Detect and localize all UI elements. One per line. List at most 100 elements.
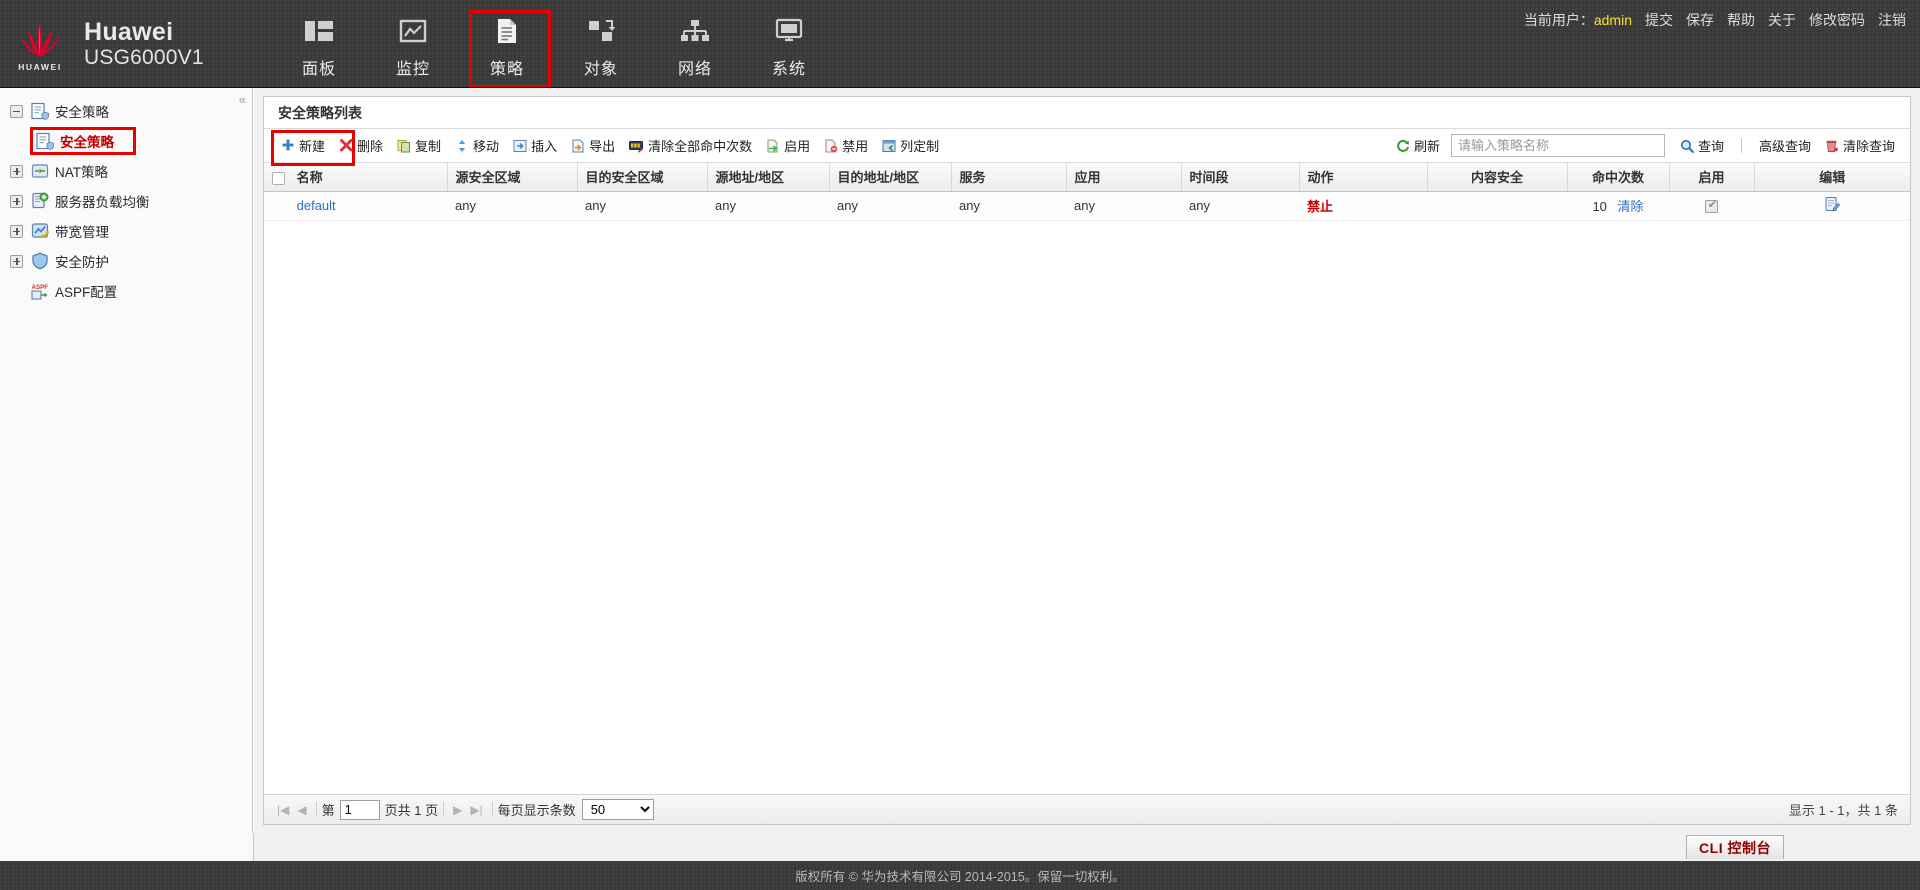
toolbar-label: 禁用 xyxy=(842,139,869,154)
col-action[interactable]: 动作 xyxy=(1299,163,1428,192)
sidebar-item-aspf-config[interactable]: ASPF ASPF配置 xyxy=(0,276,252,306)
huawei-wordmark: HUAWEI xyxy=(18,61,62,72)
clear-all-hit-counts-button[interactable]: 清除全部命中次数 xyxy=(622,134,759,158)
table-row[interactable]: default any any any any any any any 禁止 1… xyxy=(264,191,1910,221)
last-page-icon[interactable]: ▶| xyxy=(466,803,486,817)
col-time-range[interactable]: 时间段 xyxy=(1181,163,1300,192)
tree-toggle-none xyxy=(10,285,23,298)
cell-enabled xyxy=(1669,191,1754,221)
column-customize-button[interactable]: 列定制 xyxy=(875,134,946,158)
pager-divider xyxy=(315,802,317,817)
search-icon xyxy=(1680,139,1694,153)
col-hit-count[interactable]: 命中次数 xyxy=(1567,163,1670,192)
huawei-logo: HUAWEI xyxy=(0,0,80,87)
counter-clear-icon xyxy=(629,139,644,153)
clear-query-label: 清除查询 xyxy=(1842,139,1895,154)
move-updown-icon xyxy=(455,139,469,153)
tree-toggle-plus-icon[interactable] xyxy=(10,254,23,268)
header-link-save[interactable]: 保存 xyxy=(1686,10,1714,30)
tree-toggle-plus-icon[interactable] xyxy=(10,194,23,208)
nav-item-object[interactable]: 对象 xyxy=(554,0,648,87)
move-policy-button[interactable]: 移动 xyxy=(448,134,506,158)
page-size-label: 每页显示条数 xyxy=(497,803,576,818)
insert-policy-button[interactable]: 插入 xyxy=(506,134,564,158)
nav-item-panel[interactable]: 面板 xyxy=(272,0,366,87)
col-enabled[interactable]: 启用 xyxy=(1669,163,1755,192)
col-content-security[interactable]: 内容安全 xyxy=(1427,163,1568,192)
header-link-help[interactable]: 帮助 xyxy=(1727,10,1755,30)
col-name[interactable]: 名称 xyxy=(264,163,448,192)
page-size-select[interactable]: 50 xyxy=(581,799,654,820)
toolbar-divider xyxy=(1740,138,1742,153)
page-number-input[interactable] xyxy=(339,799,380,820)
copy-policy-button[interactable]: 复制 xyxy=(390,134,448,158)
sidebar-item-server-load-balance[interactable]: 服务器负载均衡 xyxy=(0,186,252,216)
security-policy-icon xyxy=(31,102,49,120)
column-custom-icon xyxy=(882,139,896,153)
page-title: 安全策略列表 xyxy=(264,97,1910,129)
enabled-checkbox[interactable] xyxy=(1705,198,1719,214)
clear-query-button[interactable]: 清除查询 xyxy=(1818,134,1902,158)
policy-name-link[interactable]: default xyxy=(297,198,336,213)
refresh-label: 刷新 xyxy=(1413,139,1440,154)
nav-item-monitor[interactable]: 监控 xyxy=(366,0,460,87)
cli-console-button[interactable]: CLI 控制台 xyxy=(1686,835,1784,859)
query-button[interactable]: 查询 xyxy=(1673,134,1731,158)
next-page-icon[interactable]: ▶ xyxy=(449,803,466,817)
new-policy-button[interactable]: 新建 xyxy=(270,129,356,166)
refresh-button[interactable]: 刷新 xyxy=(1389,134,1447,158)
edit-pencil-icon[interactable] xyxy=(1824,196,1841,215)
toolbar-label: 移动 xyxy=(473,139,500,154)
toolbar-label: 插入 xyxy=(531,139,558,154)
header-link-about[interactable]: 关于 xyxy=(1768,10,1796,30)
enable-policy-button[interactable]: 启用 xyxy=(759,134,817,158)
main-nav[interactable]: 面板 监控 策略 对象 网络 系统 xyxy=(272,0,836,87)
sidebar-item-label: 安全防护 xyxy=(55,255,109,270)
sidebar-item-bandwidth-management[interactable]: 带宽管理 xyxy=(0,216,252,246)
col-src-zone[interactable]: 源安全区域 xyxy=(447,163,578,192)
header-link-change-password[interactable]: 修改密码 xyxy=(1809,10,1865,30)
toolbar-label: 清除全部命中次数 xyxy=(648,139,753,154)
clear-hit-link[interactable]: 清除 xyxy=(1618,199,1644,214)
enable-icon xyxy=(766,139,780,153)
policy-toolbar: 新建 删除 复制 移动 插入 导出 清除全部命中次数 启用 禁用 列定制 刷新 … xyxy=(264,129,1910,166)
cli-strip: CLI 控制台 xyxy=(254,833,1920,861)
disable-policy-button[interactable]: 禁用 xyxy=(817,134,875,158)
col-service[interactable]: 服务 xyxy=(951,163,1067,192)
page-prefix-label: 第 xyxy=(321,803,335,818)
sidebar-item-security-policy-group[interactable]: 安全策略 xyxy=(0,96,252,126)
toolbar-label: 启用 xyxy=(784,139,811,154)
nav-label: 系统 xyxy=(771,61,806,78)
prev-page-icon[interactable]: ◀ xyxy=(293,803,310,817)
sidebar: « 安全策略 安全策略 NAT策略 服务器负载均衡 带宽管理 安全防护 ASPF… xyxy=(0,88,253,833)
sidebar-item-nat-policy[interactable]: NAT策略 xyxy=(0,156,252,186)
select-all-checkbox[interactable] xyxy=(272,172,285,186)
sidebar-item-security-protection[interactable]: 安全防护 xyxy=(0,246,252,276)
app-header: HUAWEI Huawei USG6000V1 面板 监控 策略 对象 网络 系… xyxy=(0,0,1920,88)
system-monitor-icon xyxy=(775,13,803,49)
sidebar-item-label: 服务器负载均衡 xyxy=(55,195,150,210)
nav-item-network[interactable]: 网络 xyxy=(648,0,742,87)
col-dst-address[interactable]: 目的地址/地区 xyxy=(829,163,952,192)
first-page-icon[interactable]: |◀ xyxy=(273,803,293,817)
cell-dst-address: any xyxy=(829,191,951,221)
advanced-query-button[interactable]: 高级查询 xyxy=(1752,134,1818,158)
nav-item-policy[interactable]: 策略 xyxy=(460,0,554,87)
sidebar-tree: 安全策略 安全策略 NAT策略 服务器负载均衡 带宽管理 安全防护 ASPF A… xyxy=(0,96,252,306)
col-edit[interactable]: 编辑 xyxy=(1754,163,1910,192)
nav-item-system[interactable]: 系统 xyxy=(742,0,836,87)
col-src-address[interactable]: 源地址/地区 xyxy=(707,163,830,192)
delete-policy-button[interactable]: 删除 xyxy=(332,134,390,158)
col-application[interactable]: 应用 xyxy=(1066,163,1182,192)
tree-toggle-plus-icon[interactable] xyxy=(10,164,23,178)
export-policy-button[interactable]: 导出 xyxy=(564,134,622,158)
header-link-submit[interactable]: 提交 xyxy=(1645,10,1673,30)
tree-toggle-plus-icon[interactable] xyxy=(10,224,23,238)
sidebar-item-security-policy[interactable]: 安全策略 xyxy=(0,126,252,156)
tree-toggle-minus-icon[interactable] xyxy=(10,104,23,118)
page-suffix-label: 页共 1 页 xyxy=(384,803,439,818)
header-link-logout[interactable]: 注销 xyxy=(1878,10,1906,30)
search-input[interactable] xyxy=(1450,134,1665,157)
aspf-icon: ASPF xyxy=(31,284,48,300)
col-dst-zone[interactable]: 目的安全区域 xyxy=(577,163,708,192)
